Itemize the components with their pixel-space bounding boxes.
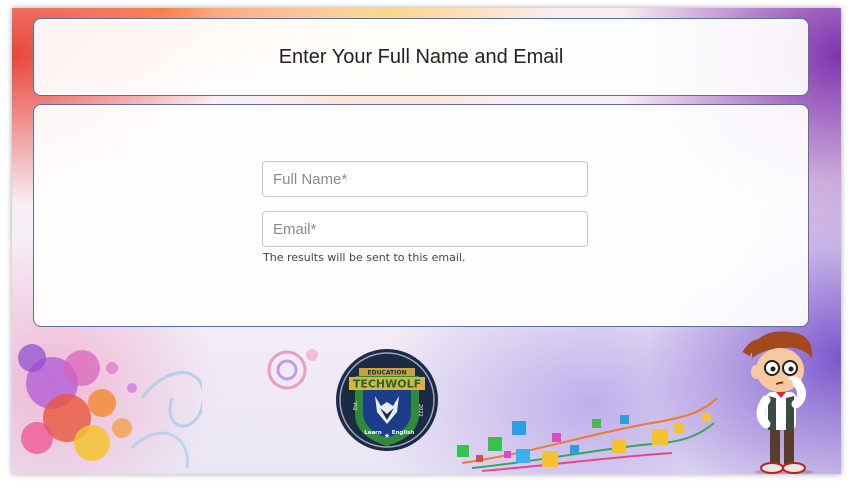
floating-squares-icon: [457, 397, 718, 472]
logo-right-text: 2022: [417, 404, 423, 417]
form-panel: The results will be sent to this email.: [33, 104, 809, 327]
logo-bottom-right: English: [392, 430, 415, 436]
logo-star: ★: [384, 432, 390, 440]
email-input[interactable]: [262, 211, 588, 247]
swirl-icon: [267, 349, 318, 390]
thinking-boy-icon: [742, 331, 814, 474]
slide-canvas: Enter Your Full Name and Email The resul…: [12, 8, 841, 474]
colorful-circles-icon: [18, 344, 202, 469]
full-name-input[interactable]: [262, 161, 588, 197]
logo-left-text: Est.: [353, 400, 359, 410]
page-title: Enter Your Full Name and Email: [278, 45, 564, 68]
logo-bottom-left: Learn: [364, 430, 382, 436]
title-panel: Enter Your Full Name and Email: [33, 18, 809, 96]
logo-brand: TECHWOLF: [353, 378, 421, 391]
techwolf-logo: EDUCATION TECHWOLF Est. 2022 Learn Engli…: [336, 349, 438, 451]
email-hint: The results will be sent to this email.: [263, 251, 466, 264]
logo-top-text: EDUCATION: [368, 370, 407, 377]
